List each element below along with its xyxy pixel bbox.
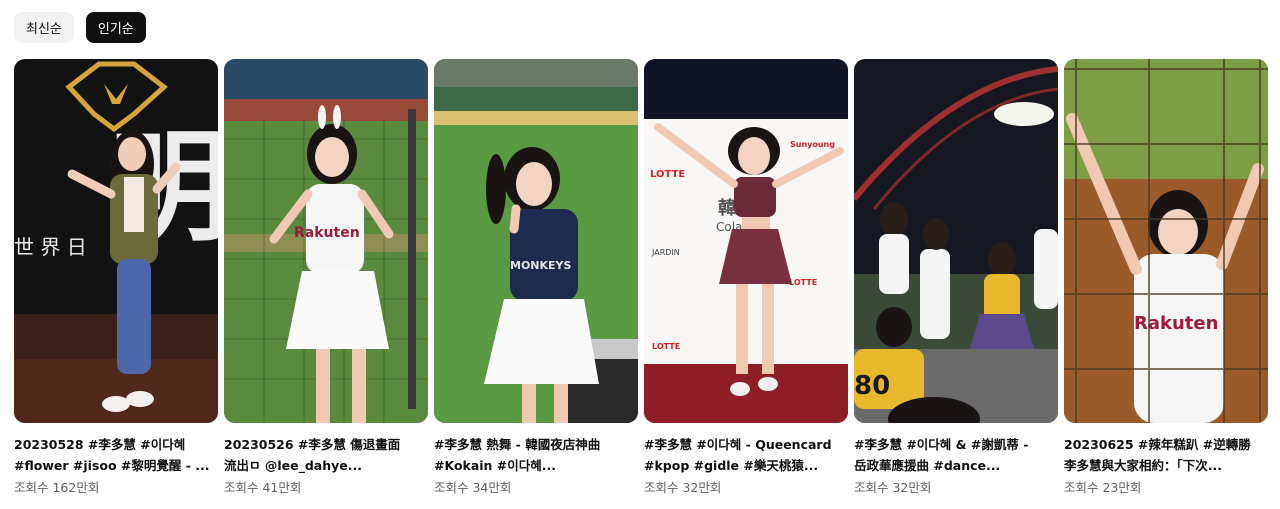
view-count: 조회수 34만회 [434, 480, 512, 495]
thumb-jersey-number: 80 [854, 371, 890, 401]
thumbnail-image: Rakuten [1064, 59, 1268, 423]
view-count: 조회수 23만회 [1064, 480, 1142, 495]
video-title[interactable]: #李多慧 #이다혜 - Queencard #kpop #gidle #樂天桃猿… [644, 434, 848, 476]
video-title[interactable]: 20230528 #李多慧 #이다혜 #flower #jisoo #黎明覺醒 … [14, 434, 218, 476]
video-thumbnail[interactable]: Rakuten [1064, 59, 1268, 423]
svg-text:LOTTE: LOTTE [650, 169, 685, 180]
thumb-jersey-text: MONKEYS [510, 259, 572, 272]
svg-text:世 界 日: 世 界 日 [14, 235, 87, 259]
thumbnail-image: LOTTE Sunyoung JARDIN 韓 Cola LOTTE LOTTE [644, 59, 848, 423]
view-count: 조회수 41만회 [224, 480, 302, 495]
shorts-grid: 明 世 界 日 20230528 #李多慧 #이다혜 #flower #jiso… [14, 59, 1268, 498]
video-thumbnail[interactable]: MONKEYS [434, 59, 638, 423]
svg-text:JARDIN: JARDIN [651, 248, 680, 257]
thumbnail-image: MONKEYS [434, 59, 638, 423]
video-title[interactable]: #李多慧 熱舞 - 韓國夜店神曲 #Kokain #이다혜... [434, 434, 638, 476]
video-title[interactable]: #李多慧 #이다혜 & #謝凱蒂 - 岳政華應援曲 #dance... [854, 434, 1058, 476]
svg-text:LOTTE: LOTTE [789, 278, 817, 287]
filter-chip-latest[interactable]: 최신순 [14, 12, 74, 43]
sort-filter-bar: 최신순 인기순 [14, 12, 146, 43]
video-card[interactable]: Rakuten 20230526 #李多慧 傷退畫面 流出ㅁ @lee_dahy… [224, 59, 428, 498]
video-card[interactable]: Rakuten 20230625 #辣年糕趴 #逆轉勝 李多慧與大家相約：「下次… [1064, 59, 1268, 498]
thumbnail-image: Rakuten [224, 59, 428, 423]
video-title[interactable]: 20230625 #辣年糕趴 #逆轉勝 李多慧與大家相約：「下次... [1064, 434, 1268, 476]
thumb-jersey-text: Rakuten [1134, 313, 1218, 334]
video-thumbnail[interactable]: LOTTE Sunyoung JARDIN 韓 Cola LOTTE LOTTE [644, 59, 848, 423]
thumbnail-image: 80 [854, 59, 1058, 423]
view-count: 조회수 162만회 [14, 480, 100, 495]
video-card[interactable]: 明 世 界 日 20230528 #李多慧 #이다혜 #flower #jiso… [14, 59, 218, 498]
video-card[interactable]: 80 #李多慧 #이다혜 & #謝凱蒂 - 岳政華應援曲 #dance... 조… [854, 59, 1058, 498]
video-thumbnail[interactable]: Rakuten [224, 59, 428, 423]
view-count: 조회수 32만회 [854, 480, 932, 495]
video-thumbnail[interactable]: 明 世 界 日 [14, 59, 218, 423]
view-count: 조회수 32만회 [644, 480, 722, 495]
filter-chip-popular[interactable]: 인기순 [85, 12, 146, 43]
svg-text:LOTTE: LOTTE [652, 342, 680, 351]
svg-text:韓: 韓 [718, 197, 736, 219]
video-card[interactable]: LOTTE Sunyoung JARDIN 韓 Cola LOTTE LOTTE [644, 59, 848, 498]
video-thumbnail[interactable]: 80 [854, 59, 1058, 423]
video-title[interactable]: 20230526 #李多慧 傷退畫面 流出ㅁ @lee_dahye... [224, 434, 428, 476]
svg-text:Sunyoung: Sunyoung [790, 140, 835, 149]
thumbnail-image: 明 世 界 日 [14, 59, 218, 423]
thumb-jersey-text: Rakuten [294, 225, 360, 241]
video-card[interactable]: MONKEYS #李多慧 熱舞 - 韓國夜店神曲 #Kokain #이다혜...… [434, 59, 638, 498]
